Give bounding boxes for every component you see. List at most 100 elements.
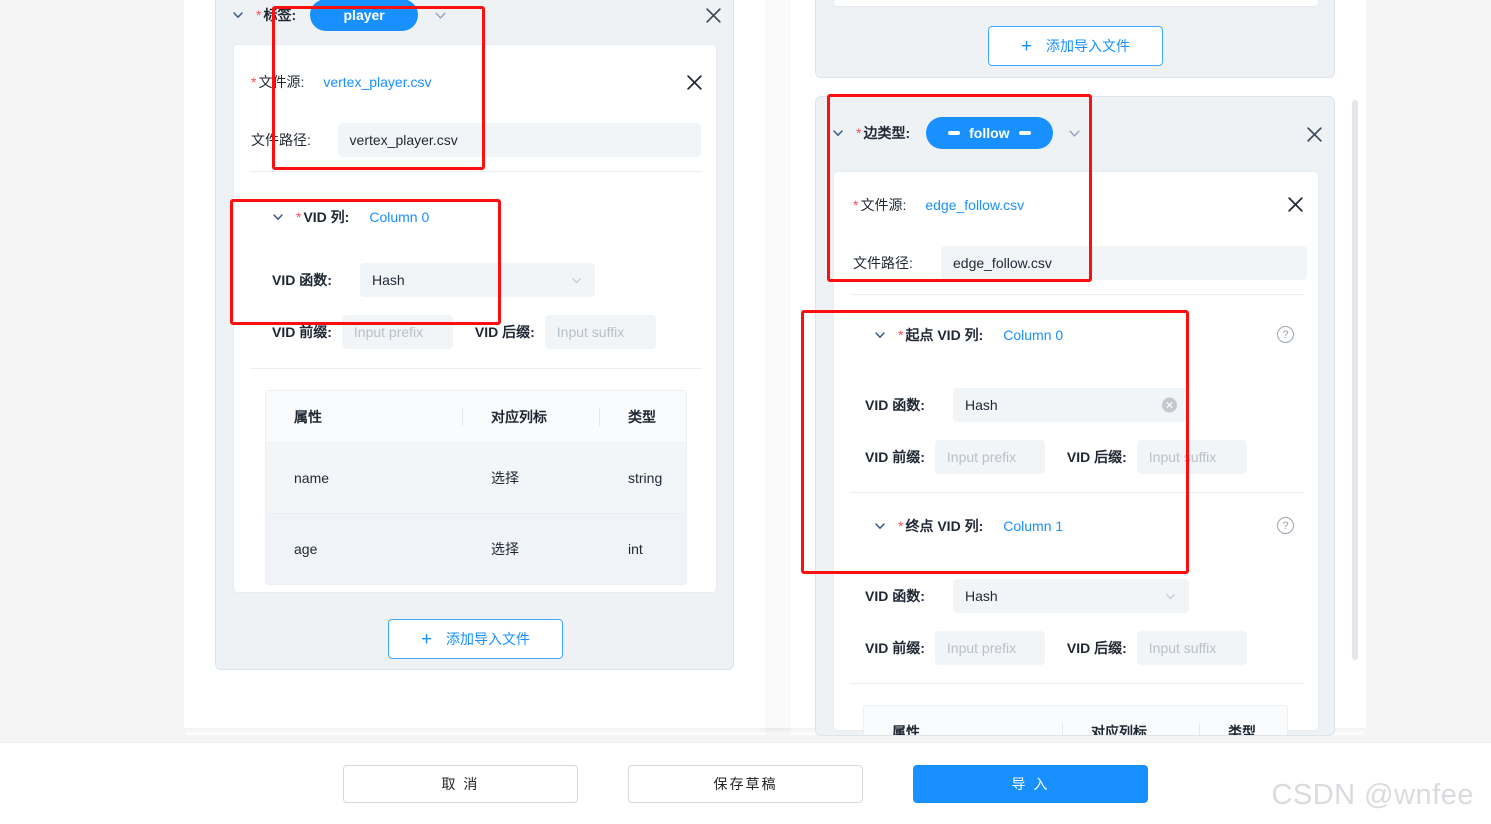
vid-function-row: VID 函数: Hash: [272, 263, 702, 297]
tag-header-row: * 标签: player: [216, 0, 733, 41]
file-source-value-link[interactable]: vertex_player.csv: [323, 74, 431, 90]
row-column-select[interactable]: 选择: [463, 539, 599, 559]
edge-file-source-row: * 文件源: edge_follow.csv: [853, 195, 1024, 215]
dst-vid-required-mark: *: [898, 518, 904, 534]
dst-vid-prefix-label: VID 前缀:: [865, 640, 925, 656]
src-vid-function-select[interactable]: Hash: [953, 388, 1189, 422]
vid-collapse-caret-icon[interactable]: [270, 209, 286, 225]
collapse-caret-icon[interactable]: [230, 7, 246, 23]
src-vid-function-clear-icon[interactable]: [1162, 397, 1177, 413]
watermark: CSDN @wnfee: [1271, 779, 1474, 811]
file-card-divider-2: [250, 368, 702, 369]
row-property-name: name: [294, 470, 330, 486]
dst-vid-suffix-input[interactable]: Input suffix: [1136, 631, 1247, 665]
tag-required-mark: *: [256, 7, 262, 23]
vid-column-row: * VID 列: Column 0: [270, 207, 429, 227]
dst-vid-suffix-label: VID 后缀:: [1066, 640, 1127, 656]
edge-file-card-close-icon[interactable]: [1285, 194, 1305, 214]
table-header-type: 类型: [628, 408, 656, 425]
dst-vid-suffix-placeholder: Input suffix: [1148, 640, 1217, 656]
src-vid-column-value-link[interactable]: Column 0: [1003, 327, 1063, 343]
edge-type-header-row: * 边类型: follow: [816, 97, 1334, 169]
dst-vid-function-select[interactable]: Hash: [953, 579, 1189, 613]
file-source-required-mark: *: [251, 74, 257, 90]
tag-label: 标签:: [263, 7, 297, 23]
table-header-row: 属性 对应列标 类型: [266, 391, 686, 443]
dst-vid-column-value-link[interactable]: Column 1: [1003, 518, 1063, 534]
dst-vid-prefix-placeholder: Input prefix: [946, 640, 1017, 656]
modal-footer: 取 消 保存草稿 导 入: [0, 742, 1491, 824]
dst-vid-function-caret-icon: [1163, 589, 1177, 603]
table-header-type: 类型: [1228, 723, 1256, 736]
table-header-column: 对应列标: [491, 408, 547, 425]
import-button[interactable]: 导 入: [913, 765, 1148, 803]
file-card-close-icon[interactable]: [684, 72, 704, 92]
table-row[interactable]: age 选择 int: [266, 514, 686, 584]
table-header-property: 属性: [294, 408, 322, 425]
src-vid-suffix-input[interactable]: Input suffix: [1136, 440, 1247, 474]
vid-suffix-input[interactable]: Input suffix: [544, 315, 656, 349]
file-source-label: 文件源:: [258, 74, 305, 90]
row-column-select[interactable]: 选择: [463, 468, 599, 488]
vid-prefix-label: VID 前缀:: [272, 324, 332, 340]
modal-column-gutter: [765, 0, 791, 735]
previous-edge-panel-partial: + 添加导入文件: [815, 0, 1335, 78]
dst-vid-function-value: Hash: [965, 588, 998, 604]
file-source-row: * 文件源: vertex_player.csv: [251, 72, 432, 92]
row-property-name: age: [294, 541, 318, 557]
src-vid-help-icon[interactable]: ?: [1277, 326, 1294, 343]
edge-card-divider-2: [850, 492, 1304, 493]
edge-type-dropdown-caret-icon[interactable]: [1066, 124, 1084, 142]
vid-function-select[interactable]: Hash: [360, 263, 595, 297]
edge-type-panel: * 边类型: follow * 文件源: edge_follow.csv 文件路…: [815, 96, 1335, 736]
edge-file-path-input[interactable]: edge_follow.csv: [941, 246, 1307, 280]
tag-panel-close-icon[interactable]: [703, 5, 723, 25]
edge-file-path-row: 文件路径: edge_follow.csv: [853, 246, 1308, 280]
edge-type-value-pill[interactable]: follow: [926, 117, 1053, 149]
table-row[interactable]: name 选择 string: [266, 443, 686, 514]
vid-prefix-input[interactable]: Input prefix: [341, 315, 453, 349]
help-glyph: ?: [1282, 328, 1289, 341]
vid-column-required-mark: *: [296, 209, 302, 225]
dst-vid-help-icon[interactable]: ?: [1277, 517, 1294, 534]
file-path-row: 文件路径: vertex_player.csv: [251, 123, 701, 157]
dst-vid-column-label: 终点 VID 列:: [905, 518, 984, 534]
cancel-button[interactable]: 取 消: [343, 765, 578, 803]
vid-suffix-label: VID 后缀:: [474, 324, 535, 340]
add-import-file-button-left[interactable]: + 添加导入文件: [388, 619, 563, 659]
vertex-file-card: * 文件源: vertex_player.csv 文件路径: vertex_pl…: [233, 44, 893, 593]
edge-file-source-label: 文件源:: [860, 197, 907, 213]
edge-type-label: 边类型:: [863, 125, 911, 141]
src-vid-collapse-caret-icon[interactable]: [872, 327, 888, 343]
edge-type-required-mark: *: [856, 125, 862, 141]
src-vid-suffix-label: VID 后缀:: [1066, 449, 1127, 465]
src-vid-function-value: Hash: [965, 397, 998, 413]
plus-icon: +: [420, 628, 433, 650]
table-header-property: 属性: [892, 723, 920, 736]
edge-panel-close-icon[interactable]: [1304, 124, 1324, 144]
dst-vid-prefix-input[interactable]: Input prefix: [934, 631, 1045, 665]
vid-column-value-link[interactable]: Column 0: [369, 209, 429, 225]
src-vid-prefix-input[interactable]: Input prefix: [934, 440, 1045, 474]
table-header-column: 对应列标: [1091, 723, 1147, 736]
edge-file-source-value-link[interactable]: edge_follow.csv: [925, 197, 1024, 213]
edge-file-card: * 文件源: edge_follow.csv 文件路径: edge_follow…: [833, 171, 1319, 735]
dst-vid-collapse-caret-icon[interactable]: [872, 518, 888, 534]
edge-file-source-required-mark: *: [853, 197, 859, 213]
edge-type-value-text: follow: [969, 125, 1010, 141]
row-type: int: [628, 541, 643, 557]
add-import-file-button-right-top[interactable]: + 添加导入文件: [988, 26, 1163, 66]
edge-file-path-label: 文件路径:: [853, 255, 913, 271]
src-vid-function-label: VID 函数:: [865, 397, 925, 413]
edge-card-divider-1: [850, 294, 1304, 295]
vid-function-label: VID 函数:: [272, 272, 332, 288]
file-card-divider-1: [250, 171, 702, 172]
tag-value-pill[interactable]: player: [310, 0, 419, 31]
vid-function-caret-icon: [569, 273, 583, 287]
file-path-input[interactable]: vertex_player.csv: [337, 123, 701, 157]
tag-dropdown-caret-icon[interactable]: [431, 6, 449, 24]
modal-scrollbar[interactable]: [1352, 100, 1358, 660]
save-draft-button[interactable]: 保存草稿: [628, 765, 863, 803]
edge-property-table: 属性 对应列标 类型: [863, 705, 1288, 736]
edge-collapse-caret-icon[interactable]: [830, 125, 846, 141]
